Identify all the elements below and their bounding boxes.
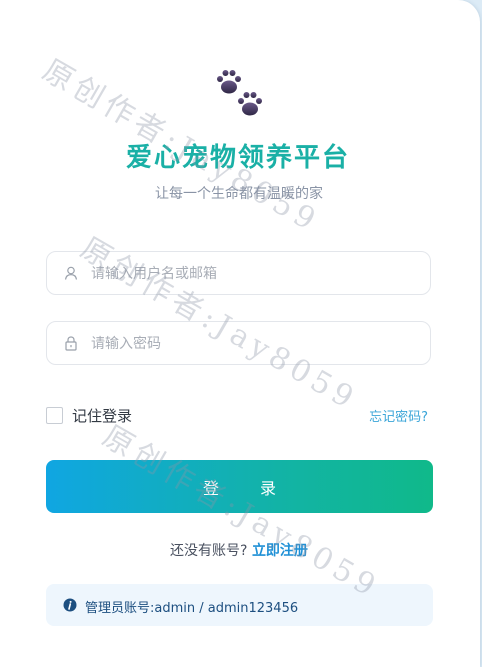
username-field[interactable] [46, 251, 431, 296]
admin-hint: 管理员账号:admin / admin123456 [46, 584, 433, 626]
forgot-password-link[interactable]: 忘记密码? [369, 406, 428, 425]
register-row: 还没有账号? 立即注册 [0, 540, 478, 560]
password-field[interactable] [46, 321, 431, 366]
admin-hint-text: 管理员账号:admin / admin123456 [85, 601, 299, 616]
register-link[interactable]: 立即注册 [252, 543, 308, 559]
username-input[interactable] [89, 252, 423, 296]
app-subtitle: 让每一个生命都有温暖的家 [155, 186, 323, 202]
app-title: 爱心宠物领养平台 [125, 143, 350, 173]
paw-print-icon [217, 70, 262, 116]
remember-label: 记住登录 [72, 406, 133, 425]
lock-icon [65, 336, 77, 351]
remember-login[interactable]: 记住登录 [46, 405, 132, 425]
info-icon [63, 598, 77, 612]
password-input[interactable] [89, 322, 423, 366]
user-icon [64, 266, 78, 280]
remember-checkbox[interactable] [46, 406, 63, 424]
login-card: 爱心宠物领养平台 让每一个生命都有温暖的家 记住登录 忘记密码? 登 录 还没有… [0, 0, 480, 667]
register-prompt: 还没有账号? [170, 543, 248, 559]
login-button[interactable]: 登 录 [46, 460, 433, 513]
